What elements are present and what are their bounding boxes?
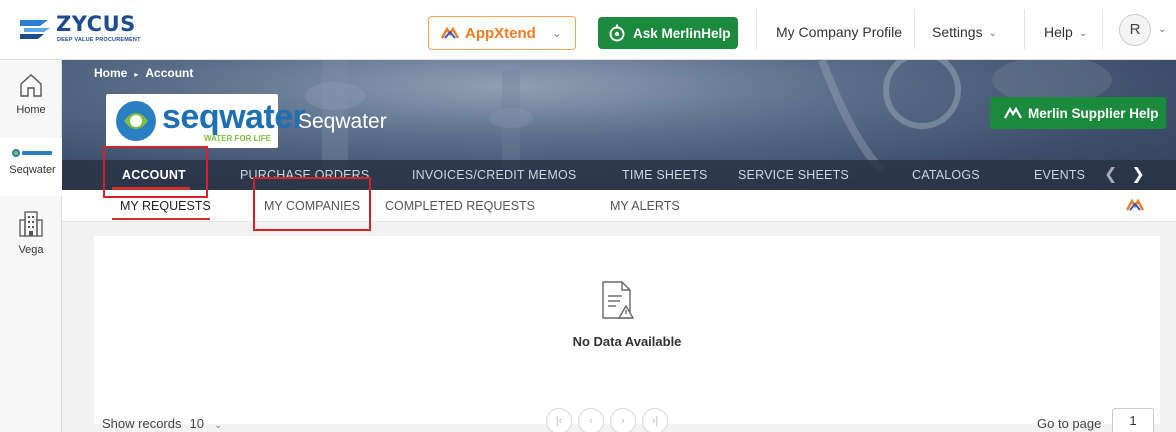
main-tabs: ACCOUNT PURCHASE ORDERS INVOICES/CREDIT … — [62, 160, 1176, 190]
merlin-icon — [1004, 107, 1022, 119]
help-menu[interactable]: Help ⌄ — [1044, 24, 1087, 40]
subtab-my-requests[interactable]: MY REQUESTS — [120, 199, 211, 213]
tab-time-sheets[interactable]: TIME SHEETS — [622, 168, 708, 182]
zycus-logo-mark — [20, 20, 50, 39]
chevron-down-icon[interactable]: ⌄ — [1158, 24, 1166, 35]
last-page-icon[interactable]: ›| — [642, 408, 668, 432]
chevron-down-icon: ⌄ — [551, 26, 562, 40]
left-sidebar: Home Seqwater Vega — [0, 60, 62, 432]
seqwater-logo-mark — [116, 101, 156, 141]
supplier-logo-text: seqwater — [162, 98, 306, 136]
tab-catalogs[interactable]: CATALOGS — [912, 168, 980, 182]
active-subtab-indicator — [112, 218, 210, 220]
subtab-completed-requests[interactable]: COMPLETED REQUESTS — [385, 199, 535, 213]
first-page-icon[interactable]: |‹ — [546, 408, 572, 432]
my-company-profile-link[interactable]: My Company Profile — [776, 24, 902, 40]
user-avatar[interactable]: R — [1119, 14, 1151, 46]
merlin-supplier-help-button[interactable]: Merlin Supplier Help — [990, 97, 1166, 129]
sidebar-item-label: Seqwater — [9, 164, 56, 176]
show-records-value: 10 — [189, 416, 204, 431]
tab-service-sheets[interactable]: SERVICE SHEETS — [738, 168, 849, 182]
top-bar: ZYCUS DEEP VALUE PROCUREMENT AppXtend ⌄ … — [0, 0, 1176, 60]
supplier-name: Seqwater — [298, 110, 387, 133]
no-data-document-icon — [602, 281, 635, 319]
divider — [1024, 10, 1025, 50]
sidebar-item-label: Home — [16, 104, 46, 116]
logo-tagline: DEEP VALUE PROCUREMENT — [57, 37, 141, 43]
chevron-down-icon: ⌄ — [988, 28, 997, 39]
chevron-right-icon[interactable]: ❯ — [1131, 166, 1144, 183]
chevron-down-icon: ⌄ — [213, 420, 223, 431]
breadcrumb: Home ▸ Account — [94, 66, 193, 80]
sidebar-item-vega[interactable]: Vega — [0, 210, 62, 256]
pagination: |‹ ‹ › ›| — [546, 408, 674, 432]
appxtend-dropdown[interactable]: AppXtend ⌄ — [428, 16, 576, 50]
supplier-logo-tagline: WATER FOR LIFE — [204, 134, 271, 143]
breadcrumb-home[interactable]: Home — [94, 66, 127, 80]
previous-page-icon[interactable]: ‹ — [578, 408, 604, 432]
go-to-page-label: Go to page — [1037, 416, 1102, 431]
zycus-logo[interactable]: ZYCUS DEEP VALUE PROCUREMENT — [18, 12, 158, 48]
show-records-control[interactable]: Show records 10 ⌄ — [102, 416, 222, 431]
chevron-left-icon[interactable]: ❮ — [1104, 166, 1117, 183]
sidebar-item-seqwater[interactable]: Seqwater — [0, 138, 62, 196]
merlin-supplier-help-label: Merlin Supplier Help — [1028, 105, 1159, 121]
empty-state-panel: No Data Available — [94, 236, 1160, 424]
next-page-icon[interactable]: › — [610, 408, 636, 432]
home-icon — [20, 74, 42, 97]
show-records-label: Show records — [102, 416, 182, 431]
ask-merlinhelp-button[interactable]: Ask MerlinHelp — [598, 17, 738, 49]
sidebar-item-label: Vega — [18, 244, 44, 256]
tab-events[interactable]: EVENTS — [1034, 168, 1085, 182]
logo-text: ZYCUS — [56, 12, 136, 36]
chevron-down-icon: ⌄ — [1078, 28, 1088, 39]
seqwater-logo — [11, 149, 52, 157]
subtab-my-companies[interactable]: MY COMPANIES — [264, 199, 360, 213]
settings-menu[interactable]: Settings ⌄ — [932, 24, 997, 40]
go-to-page-input[interactable]: 1 — [1112, 408, 1154, 432]
building-icon — [19, 211, 43, 237]
tab-account[interactable]: ACCOUNT — [122, 168, 186, 182]
breadcrumb-separator-icon: ▸ — [134, 70, 139, 79]
divider — [1102, 10, 1103, 50]
tab-invoices-credit-memos[interactable]: INVOICES/CREDIT MEMOS — [412, 168, 576, 182]
sidebar-item-home[interactable]: Home — [0, 72, 62, 116]
empty-message: No Data Available — [572, 334, 682, 349]
sub-tabs: MY REQUESTS MY COMPANIES COMPLETED REQUE… — [62, 190, 1176, 222]
settings-label: Settings — [932, 24, 983, 40]
divider — [914, 10, 915, 50]
supplier-logo: seqwater WATER FOR LIFE — [106, 94, 306, 148]
divider — [756, 10, 757, 50]
merlin-icon — [609, 24, 625, 42]
appxtend-label: AppXtend — [465, 24, 536, 42]
tab-purchase-orders[interactable]: PURCHASE ORDERS — [240, 168, 369, 182]
appxtend-icon[interactable] — [1126, 198, 1144, 212]
help-label: Help — [1044, 24, 1073, 40]
tab-scroll-controls: ❮ ❯ — [1104, 164, 1145, 184]
subtab-my-alerts[interactable]: MY ALERTS — [610, 199, 680, 213]
appxtend-icon — [441, 26, 459, 39]
breadcrumb-account: Account — [145, 66, 194, 80]
ask-merlinhelp-label: Ask MerlinHelp — [633, 25, 731, 41]
